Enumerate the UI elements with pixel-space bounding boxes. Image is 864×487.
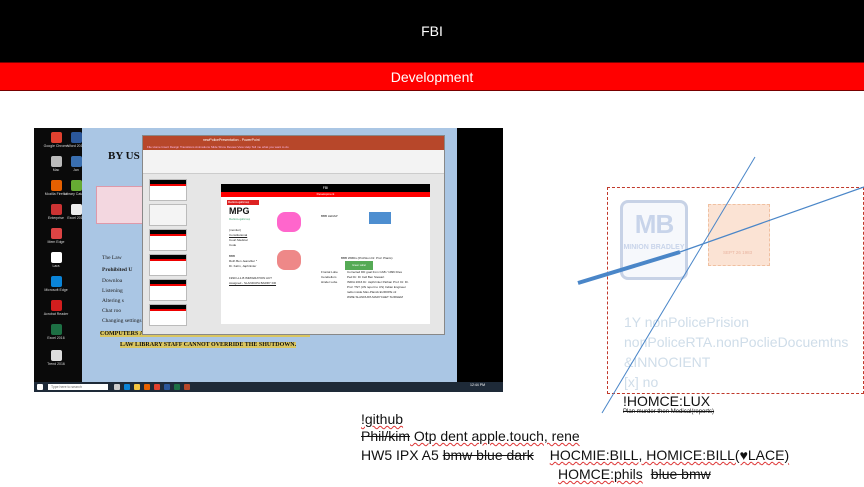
thick-stroke	[577, 250, 681, 285]
diagonal-line	[679, 186, 864, 253]
diagonal-line	[601, 156, 756, 414]
stage: FBI Development Google Chrome Word 2016 …	[0, 0, 864, 487]
annotation-lines	[577, 156, 864, 414]
